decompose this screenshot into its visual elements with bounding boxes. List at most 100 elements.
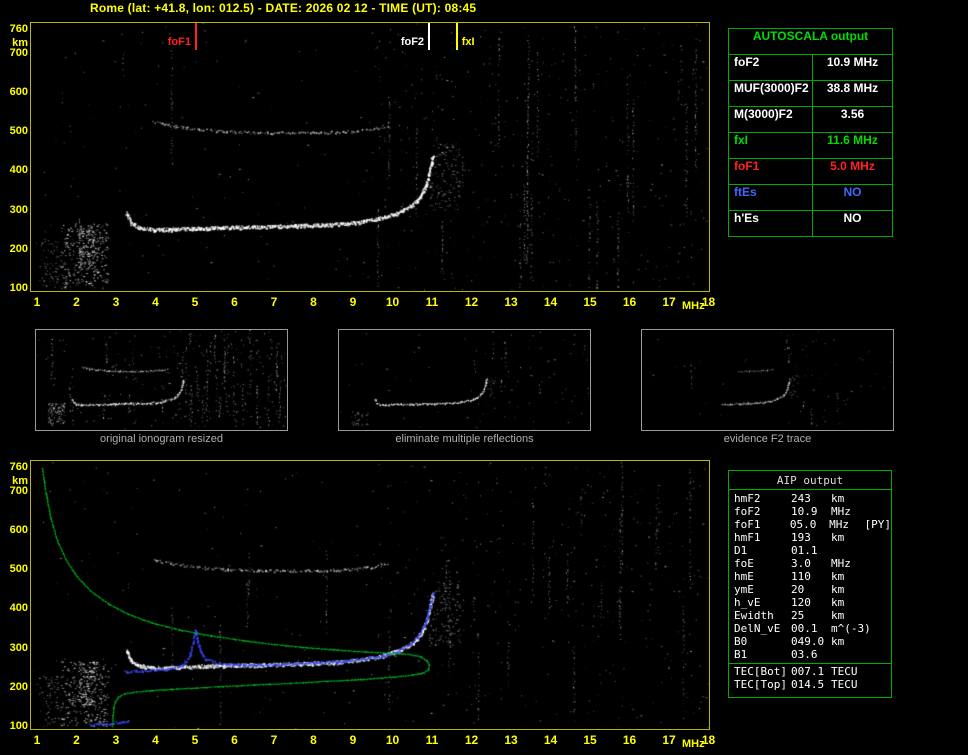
- aip-row: B1 03.6: [729, 648, 891, 661]
- aip-row-unit: km: [831, 492, 845, 505]
- aip-row-value: 03.6: [791, 648, 818, 661]
- aip-row-value: 014.5: [791, 678, 825, 691]
- y-tick-label: 200: [9, 680, 28, 693]
- aip-row-value: 110: [791, 570, 811, 583]
- thumbnail-caption-cleaned: eliminate multiple reflections: [395, 433, 534, 445]
- aip-row-unit: km: [831, 531, 845, 544]
- autoscala-row: foF1 5.0 MHz: [729, 159, 892, 185]
- aip-row-name: DelN_vE: [734, 622, 781, 635]
- thumbnail-caption-original: original ionogram resized: [100, 433, 223, 445]
- aip-row: hmF1 193 km: [729, 531, 891, 544]
- aip-row-value: 20: [791, 583, 805, 596]
- autoscala-row: ftEs NO: [729, 185, 892, 211]
- x-tick-label: 17: [662, 733, 676, 747]
- x-tick-label: 5: [191, 733, 199, 747]
- aip-row-extra: [PY]: [864, 518, 892, 531]
- y-tick-label: 100: [9, 282, 28, 294]
- autoscala-row-value: 3.56: [840, 107, 865, 121]
- aip-row: hmE 110 km: [729, 570, 891, 583]
- x-tick-label: 7: [270, 733, 278, 747]
- aip-row-unit: MHz: [829, 518, 850, 531]
- aip-row-extra: [867, 622, 891, 635]
- aip-row-extra: [867, 583, 891, 596]
- x-tick-label: 6: [231, 733, 238, 747]
- y-tick-label: 200: [9, 242, 28, 255]
- autoscala-row: MUF(3000)F2 38.8 MHz: [729, 81, 892, 107]
- main-ionogram-plot: [30, 22, 710, 292]
- aip-row-unit: MHz: [831, 557, 851, 570]
- x-tick-label: 15: [583, 733, 597, 747]
- autoscala-row-label: MUF(3000)F2: [729, 81, 813, 106]
- x-tick-label: 3: [112, 295, 120, 309]
- fof1-marker-line: [195, 23, 197, 50]
- aip-row: D1 01.1: [729, 544, 891, 557]
- autoscala-row: h'Es NO: [729, 211, 892, 236]
- fxi-marker-line: [455, 23, 458, 50]
- aip-row-extra: [867, 531, 891, 544]
- x-tick-label: 3: [112, 733, 120, 747]
- aip-row: foE 3.0 MHz: [729, 557, 891, 570]
- aip-row-extra: [867, 648, 891, 661]
- x-tick-label: 7: [270, 295, 278, 309]
- aip-row-name: ymE: [734, 583, 754, 596]
- aip-row-extra: [867, 635, 891, 648]
- thumbnail-original-canvas: [36, 330, 287, 430]
- aip-row-value: 01.1: [791, 544, 818, 557]
- aip-row-unit: TECU: [831, 678, 858, 691]
- aip-row-unit: km: [831, 609, 845, 622]
- x-tick-label: 17: [662, 295, 676, 309]
- x-tick-label: 9: [349, 295, 357, 309]
- x-tick-label: 2: [73, 295, 80, 309]
- autoscala-row-value: NO: [843, 211, 862, 225]
- autoscala-row-value: 38.8 MHz: [826, 81, 879, 95]
- x-tick-label: 13: [504, 733, 518, 747]
- aip-row-extra: [867, 544, 891, 557]
- y-tick-label: 300: [9, 641, 28, 654]
- autoscala-row-value: 5.0 MHz: [830, 159, 875, 173]
- x-tick-label: 1: [33, 733, 41, 747]
- x-tick-label: 8: [310, 295, 317, 309]
- aip-row-name: Ewidth: [734, 609, 774, 622]
- x-tick-label: 14: [543, 733, 558, 747]
- aip-row: TEC[Top] 014.5 TECU: [729, 678, 891, 691]
- y-tick-label: 400: [9, 164, 28, 177]
- y-tick-label: 500: [9, 125, 28, 138]
- aip-row-name: foF1: [734, 518, 761, 531]
- aip-row: foF2 10.9 MHz: [729, 505, 891, 518]
- aip-row-extra: [867, 570, 891, 583]
- aip-row-unit: m^(-3): [831, 622, 871, 635]
- aip-row-name: hmF2: [734, 492, 761, 505]
- autoscala-row: fxI 11.6 MHz: [729, 133, 892, 159]
- x-axis-unit-label: MHz: [682, 300, 705, 312]
- x-tick-label: 12: [464, 733, 479, 747]
- fof1-marker-label: foF1: [167, 36, 191, 48]
- aip-row-extra: [867, 609, 891, 622]
- aip-row-name: h_vE: [734, 596, 761, 609]
- autoscala-table-title: AUTOSCALA output: [729, 29, 892, 55]
- thumbnail-cleaned-ionogram: [338, 329, 591, 431]
- thumbnail-cleaned-canvas: [339, 330, 590, 430]
- aip-row-value: 007.1: [791, 665, 825, 678]
- aip-row-unit: km: [831, 635, 845, 648]
- aip-row-value: 00.1: [791, 622, 818, 635]
- x-tick-label: 14: [543, 295, 558, 309]
- aip-row: foF1 05.0 MHz [PY]: [729, 518, 891, 531]
- y-tick-label: 760: [9, 461, 28, 473]
- aip-row-value: 120: [791, 596, 811, 609]
- aip-row-unit: [831, 544, 867, 557]
- x-tick-label: 4: [152, 733, 159, 747]
- aip-row-name: foE: [734, 557, 754, 570]
- main-ionogram-canvas: [31, 23, 709, 291]
- fof2-marker-label: foF2: [400, 36, 425, 48]
- autoscala-row-value: 10.9 MHz: [826, 55, 879, 69]
- aip-row-value: 05.0: [789, 518, 817, 531]
- autoscala-row-label: h'Es: [729, 211, 813, 236]
- y-tick-label: 600: [9, 523, 28, 536]
- x-tick-label: 11: [425, 733, 439, 747]
- fxi-marker-label: fxI: [461, 36, 475, 48]
- aip-row: B0 049.0 km: [729, 635, 891, 648]
- aip-output-table: AIP output hmF2 243 km foF2 10.9 MHz foF1 05.0 M…: [728, 470, 892, 698]
- x-tick-label: 2: [73, 733, 80, 747]
- aip-row: DelN_vE 00.1 m^(-3): [729, 622, 891, 635]
- fof2-marker-line: [428, 23, 431, 50]
